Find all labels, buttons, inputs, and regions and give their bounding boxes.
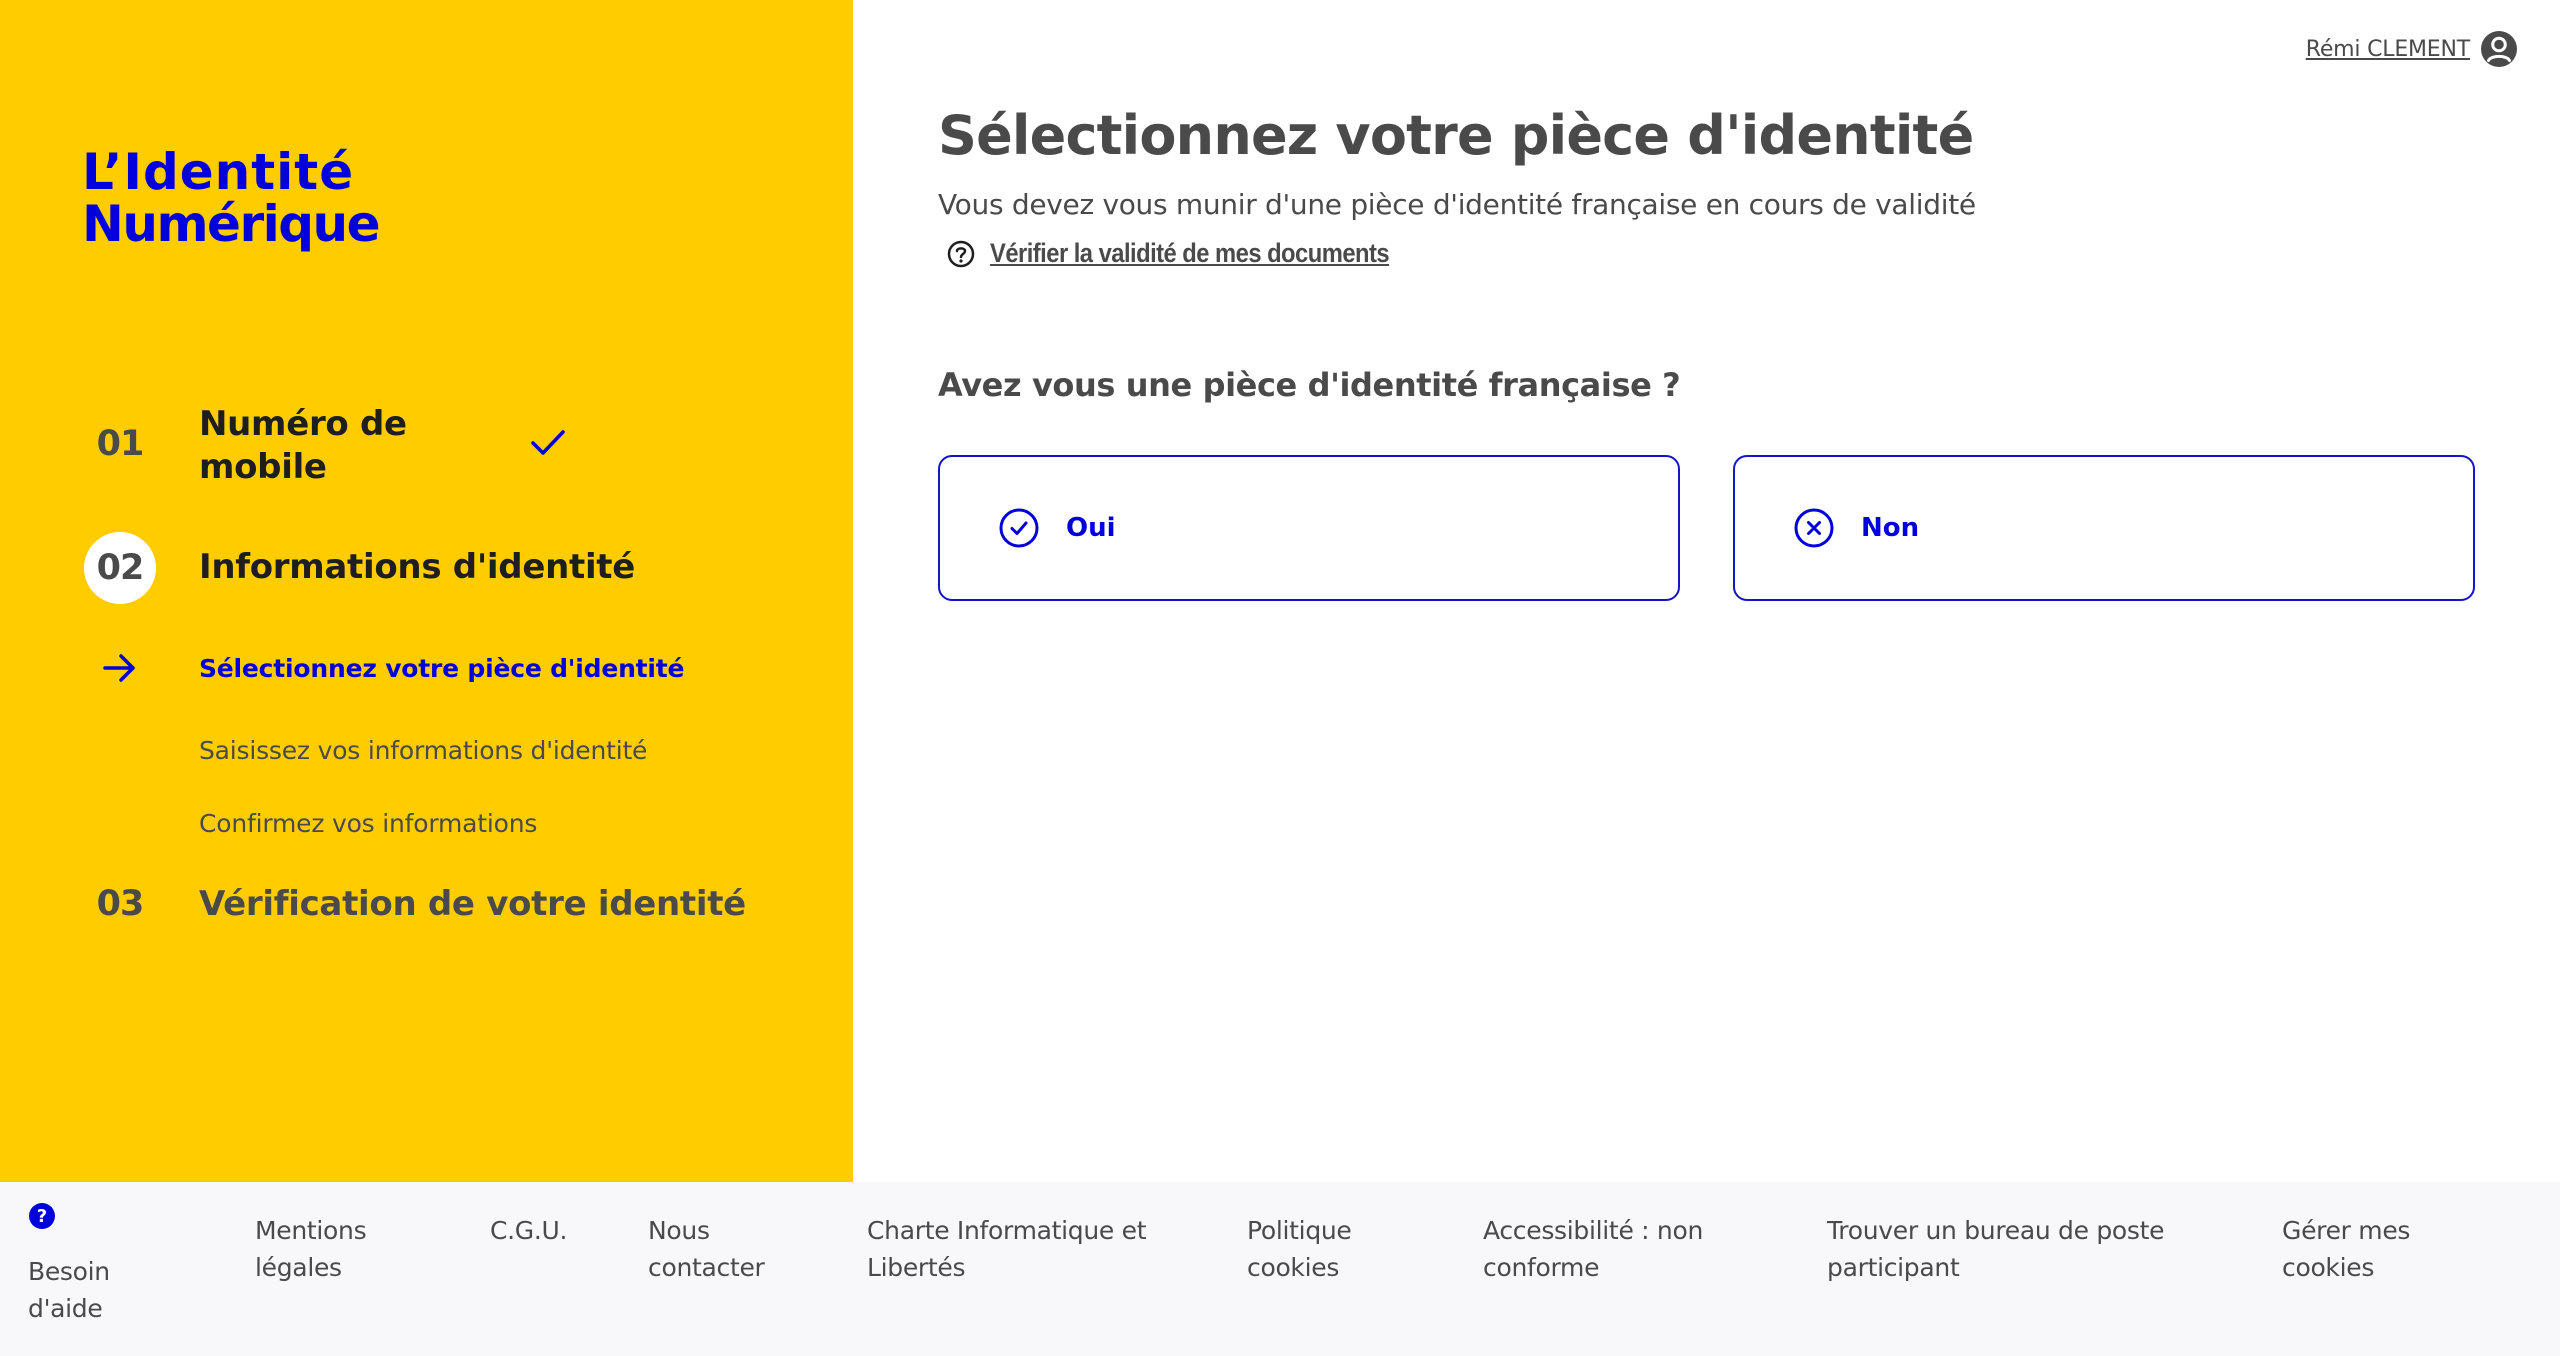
step-3-number: 03 [96, 884, 145, 924]
arrow-right-icon [103, 654, 135, 682]
footer-link-mentions-legales[interactable]: Mentions légales [255, 1212, 367, 1286]
checkmark-icon [531, 430, 565, 455]
option-oui-button[interactable]: Oui [938, 455, 1680, 601]
brand-logo[interactable]: L’Identité Numérique [82, 143, 381, 253]
verify-documents-link[interactable]: Vérifier la validité de mes documents [946, 238, 1443, 269]
step-1-title-line1: Numéro de [199, 404, 407, 444]
brand-logo-line2: Numérique [82, 195, 381, 253]
brand-logo-line1: L’Identité [82, 143, 355, 201]
page-title: Sélectionnez votre pièce d'identité [938, 104, 1974, 167]
footer-link-line2: cookies [2282, 1253, 2375, 1282]
footer-link-line1: Gérer mes [2282, 1216, 2411, 1245]
footer-link-line1: C.G.U. [490, 1216, 568, 1245]
footer: ? Besoin d'aide Mentions légales C.G.U. … [0, 1182, 2560, 1356]
option-non-button[interactable]: Non [1733, 455, 2475, 601]
substep-confirm-info: Confirmez vos informations [199, 809, 538, 838]
footer-link-line2: contacter [648, 1253, 765, 1282]
help-link-line2: d'aide [28, 1294, 103, 1323]
substep-select-document[interactable]: Sélectionnez votre pièce d'identité [199, 654, 685, 683]
question-circle-icon [947, 240, 975, 267]
check-circle-icon [999, 508, 1039, 548]
footer-link-line1: Trouver un bureau de poste [1827, 1216, 2165, 1245]
footer-link-charte-informatique[interactable]: Charte Informatique et Libertés [867, 1212, 1147, 1286]
step-3-title: Vérification de votre identité [199, 884, 746, 924]
footer-link-politique-cookies[interactable]: Politique cookies [1247, 1212, 1352, 1286]
step-1-number: 01 [96, 424, 145, 464]
question-badge-icon[interactable]: ? [29, 1203, 55, 1229]
step-1-title-line2: mobile [199, 447, 327, 487]
help-link[interactable]: Besoin d'aide [28, 1253, 110, 1327]
footer-link-line2: légales [255, 1253, 342, 1282]
footer-link-accessibilite[interactable]: Accessibilité : non conforme [1483, 1212, 1703, 1286]
step-1-title: Numéro de mobile [199, 403, 407, 489]
footer-link-gerer-cookies[interactable]: Gérer mes cookies [2282, 1212, 2410, 1286]
footer-link-line1: Charte Informatique et [867, 1216, 1147, 1245]
footer-link-line1: Nous [648, 1216, 710, 1245]
footer-link-bureau-de-poste[interactable]: Trouver un bureau de poste participant [1827, 1212, 2165, 1286]
footer-link-line2: conforme [1483, 1253, 1600, 1282]
page-subtitle: Vous devez vous munir d'une pièce d'iden… [938, 188, 1976, 221]
question-heading: Avez vous une pièce d'identité française… [938, 366, 1681, 404]
user-name-link[interactable]: Rémi CLEMENT [2306, 37, 2470, 62]
step-2-number-badge: 02 [84, 532, 156, 604]
step-2-title: Informations d'identité [199, 547, 636, 587]
progress-sidebar: L’Identité Numérique 01 Numéro de mobile… [0, 0, 853, 1182]
footer-link-cgu[interactable]: C.G.U. [490, 1212, 567, 1249]
verify-documents-link-text[interactable]: Vérifier la validité de mes documents [990, 238, 1390, 269]
footer-link-nous-contacter[interactable]: Nous contacter [648, 1212, 765, 1286]
footer-link-line2: cookies [1247, 1253, 1340, 1282]
footer-link-line2: Libertés [867, 1253, 966, 1282]
footer-link-line2: participant [1827, 1253, 1960, 1282]
substep-enter-identity: Saisissez vos informations d'identité [199, 736, 648, 765]
option-non-label: Non [1861, 513, 1920, 543]
x-circle-icon [1794, 508, 1834, 548]
account-circle-icon[interactable] [2480, 30, 2518, 68]
option-oui-label: Oui [1066, 513, 1116, 543]
help-link-line1: Besoin [28, 1257, 110, 1286]
user-menu[interactable]: Rémi CLEMENT [2306, 30, 2518, 68]
footer-link-line1: Politique [1247, 1216, 1352, 1245]
footer-link-line1: Accessibilité : non [1483, 1216, 1704, 1245]
footer-link-line1: Mentions [255, 1216, 367, 1245]
